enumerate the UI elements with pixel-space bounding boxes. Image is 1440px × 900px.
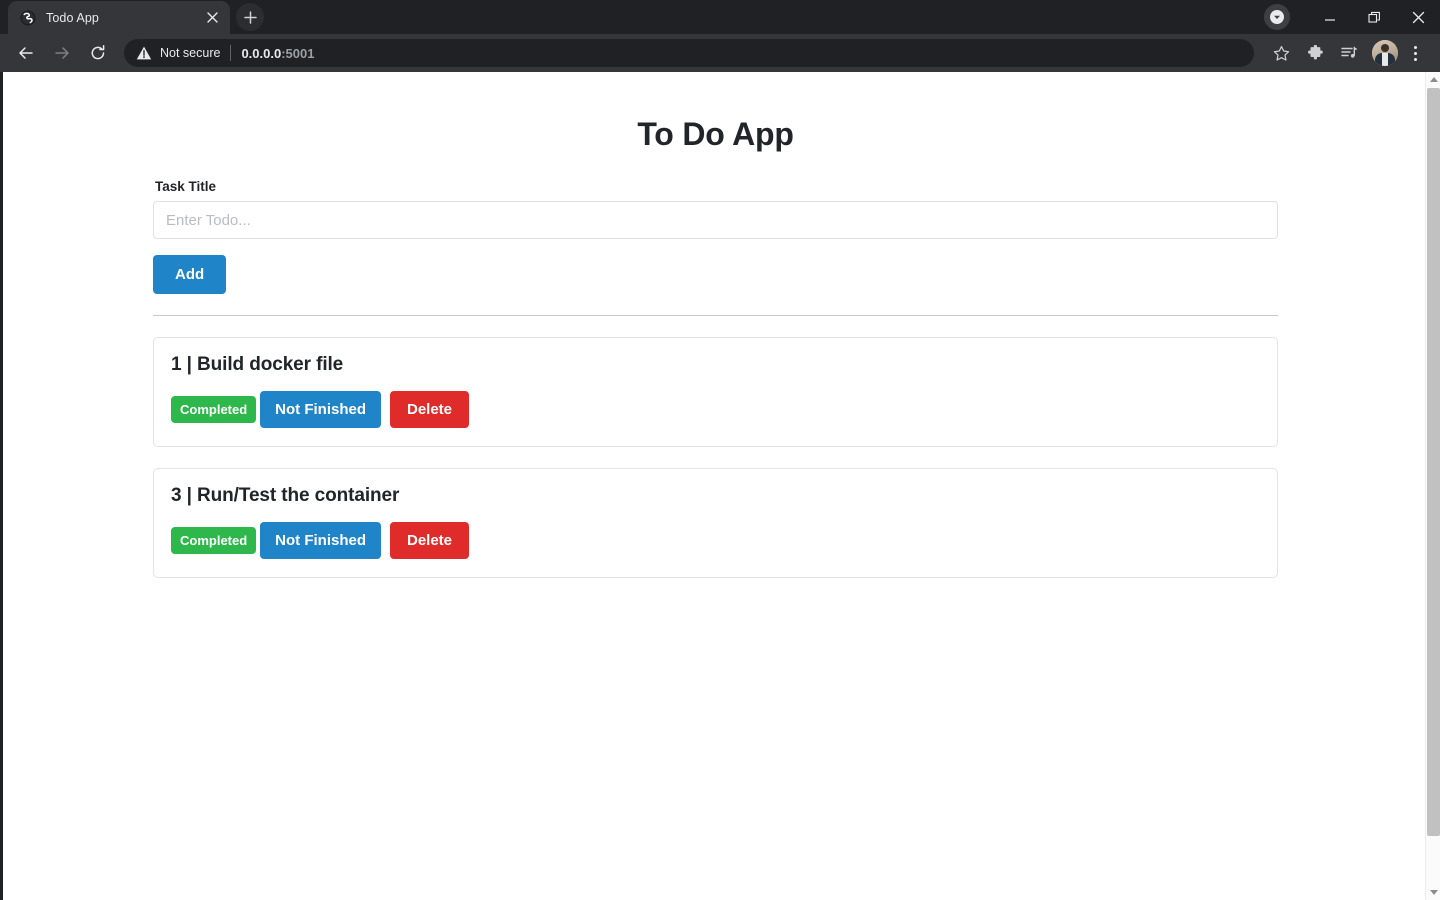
page-container: To Do App Task Title Add 1 | Build docke… bbox=[153, 72, 1278, 578]
window-controls bbox=[1264, 0, 1440, 34]
chevron-down-circle-icon bbox=[1270, 10, 1284, 24]
close-icon bbox=[1412, 11, 1424, 23]
media-playlist-icon[interactable] bbox=[1334, 38, 1364, 68]
arrow-left-icon bbox=[19, 47, 33, 59]
add-button[interactable]: Add bbox=[153, 255, 227, 294]
minimize-icon bbox=[1325, 19, 1335, 21]
browser-tab-todo-app[interactable]: Todo App bbox=[8, 1, 230, 34]
profile-avatar[interactable] bbox=[1372, 40, 1398, 66]
todo-actions: Completed Not Finished Delete bbox=[171, 391, 1260, 428]
not-secure-warning-icon bbox=[136, 45, 152, 61]
not-finished-button[interactable]: Not Finished bbox=[260, 522, 381, 559]
plus-icon bbox=[243, 10, 257, 24]
delete-button[interactable]: Delete bbox=[390, 522, 470, 559]
back-button[interactable] bbox=[10, 37, 42, 69]
bookmark-star-icon[interactable] bbox=[1266, 38, 1296, 68]
url-port-text: :5001 bbox=[281, 45, 315, 61]
minimize-button[interactable] bbox=[1308, 0, 1352, 34]
completed-badge[interactable]: Completed bbox=[171, 396, 257, 423]
omnibox-divider bbox=[230, 45, 232, 61]
restore-button[interactable] bbox=[1352, 0, 1396, 34]
close-icon[interactable] bbox=[202, 8, 222, 28]
address-bar[interactable]: Not secure 0.0.0.0 :5001 bbox=[124, 39, 1254, 67]
scroll-up-arrow-icon[interactable] bbox=[1426, 72, 1440, 87]
browser-tab-title: Todo App bbox=[46, 10, 99, 25]
new-tab-button[interactable] bbox=[236, 3, 264, 31]
vertical-scrollbar[interactable] bbox=[1425, 72, 1440, 900]
browser-tab-strip: Todo App bbox=[0, 0, 1440, 34]
todo-card: 3 | Run/Test the container Completed Not F… bbox=[153, 468, 1278, 578]
todo-list: 1 | Build docker file Completed Not Finish… bbox=[153, 337, 1278, 578]
downloads-button[interactable] bbox=[1264, 4, 1290, 30]
delete-button[interactable]: Delete bbox=[390, 391, 470, 428]
task-title-input[interactable] bbox=[153, 201, 1278, 239]
completed-badge[interactable]: Completed bbox=[171, 527, 257, 554]
restore-icon bbox=[1367, 11, 1380, 23]
scrollbar-thumb[interactable] bbox=[1427, 88, 1440, 836]
security-status-text: Not secure bbox=[160, 46, 221, 60]
reload-icon bbox=[91, 45, 105, 60]
browser-toolbar: Not secure 0.0.0.0 :5001 bbox=[0, 34, 1440, 72]
form-divider bbox=[153, 315, 1278, 316]
not-finished-button[interactable]: Not Finished bbox=[260, 391, 381, 428]
window-close-button[interactable] bbox=[1396, 0, 1440, 34]
add-button-row: Add bbox=[153, 239, 1278, 294]
browser-window: Todo App Not secure 0.0.0.0:5001 To Do … bbox=[0, 0, 1440, 900]
todo-actions: Completed Not Finished Delete bbox=[171, 522, 1260, 559]
page-viewport: To Do App Task Title Add 1 | Build docke… bbox=[0, 72, 1440, 900]
reload-button[interactable] bbox=[82, 37, 114, 69]
browser-menu-button[interactable] bbox=[1400, 38, 1430, 68]
url-host-text: 0.0.0.0 bbox=[241, 45, 282, 61]
task-title-label: Task Title bbox=[155, 179, 217, 194]
globe-favicon bbox=[20, 10, 36, 26]
page-title: To Do App bbox=[637, 116, 794, 152]
todo-card: 1 | Build docker file Completed Not Finish… bbox=[153, 337, 1278, 447]
todo-title: 1 | Build docker file bbox=[171, 354, 344, 375]
extensions-puzzle-icon[interactable] bbox=[1300, 38, 1330, 68]
scroll-down-arrow-icon[interactable] bbox=[1426, 885, 1440, 900]
todo-title: 3 | Run/Test the container bbox=[171, 485, 400, 506]
arrow-right-icon bbox=[55, 47, 69, 59]
web-page: To Do App Task Title Add 1 | Build docke… bbox=[3, 72, 1428, 900]
forward-button[interactable] bbox=[46, 37, 78, 69]
